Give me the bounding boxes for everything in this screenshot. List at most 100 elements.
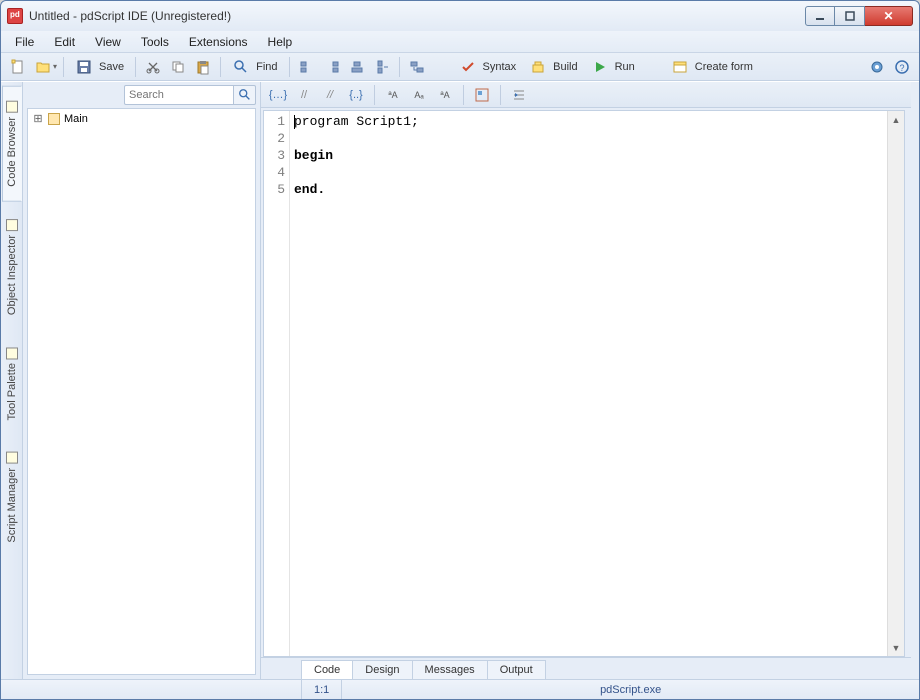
tab-output[interactable]: Output (487, 660, 546, 679)
build-label: Build (551, 61, 579, 73)
tab-messages[interactable]: Messages (412, 660, 488, 679)
side-tab-object-inspector[interactable]: Object Inspector (2, 204, 22, 330)
side-tab-code-browser[interactable]: Code Browser (2, 86, 22, 202)
code-browser-icon (6, 101, 18, 113)
copy-button[interactable] (167, 56, 189, 78)
side-tab-tool-palette[interactable]: Tool Palette (2, 332, 22, 435)
code-area[interactable]: program Script1; begin end. (290, 111, 887, 656)
open-dropdown-icon[interactable]: ▾ (53, 62, 57, 71)
run-group[interactable]: Run (586, 56, 640, 78)
line-number: 2 (264, 130, 289, 147)
menu-view[interactable]: View (85, 32, 131, 52)
menu-help[interactable]: Help (258, 32, 303, 52)
tab-code[interactable]: Code (301, 660, 353, 679)
line-gutter: 1 2 3 4 5 (264, 111, 290, 656)
code-tree[interactable]: ⊞ Main (27, 108, 256, 675)
code-line: end. (294, 181, 883, 198)
svg-text:?: ? (899, 63, 904, 73)
fold-all-icon[interactable]: {…} (267, 85, 289, 105)
align-right-button[interactable] (321, 56, 343, 78)
code-line (294, 130, 883, 147)
separator (220, 57, 221, 77)
tool-palette-icon (6, 347, 18, 359)
tree-root-label: Main (64, 113, 88, 125)
menu-extensions[interactable]: Extensions (179, 32, 258, 52)
syntax-icon (457, 56, 479, 78)
run-icon (589, 56, 611, 78)
close-button[interactable]: ✕ (865, 6, 913, 26)
search-row (23, 82, 260, 108)
new-button[interactable] (7, 56, 29, 78)
editor-column: {…} // // {..} ªA Aₐ ªA 1 2 3 4 5 (261, 82, 911, 679)
comment-icon[interactable]: // (293, 85, 315, 105)
align-left-button[interactable] (296, 56, 318, 78)
paste-button[interactable] (192, 56, 214, 78)
upper-case-icon[interactable]: ªA (382, 85, 404, 105)
align-center-button[interactable] (346, 56, 368, 78)
separator (399, 57, 400, 77)
cut-button[interactable] (142, 56, 164, 78)
menubar: File Edit View Tools Extensions Help (1, 31, 919, 53)
maximize-button[interactable] (835, 6, 865, 26)
object-inspector-icon (6, 219, 18, 231)
vertical-scrollbar[interactable]: ▲ ▼ (887, 111, 904, 656)
search-input[interactable] (124, 85, 234, 105)
side-tab-script-manager[interactable]: Script Manager (2, 437, 22, 558)
open-button[interactable] (32, 56, 54, 78)
syntax-group[interactable]: Syntax (454, 56, 522, 78)
find-icon (230, 56, 252, 78)
titlebar: Untitled - pdScript IDE (Unregistered!) … (1, 1, 919, 31)
title-case-icon[interactable]: ªA (434, 85, 456, 105)
cursor-position: 1:1 (301, 680, 342, 699)
build-group[interactable]: Build (524, 56, 582, 78)
scroll-down-icon[interactable]: ▼ (888, 639, 904, 656)
line-number: 5 (264, 181, 289, 198)
editor-bottom-tabs: Code Design Messages Output (261, 657, 911, 679)
side-tab-label: Tool Palette (6, 363, 18, 420)
tab-order-button[interactable] (406, 56, 428, 78)
uncomment-icon[interactable]: // (319, 85, 341, 105)
right-gap (911, 82, 919, 679)
code-editor[interactable]: 1 2 3 4 5 program Script1; begin end. ▲ … (263, 110, 905, 657)
line-number: 3 (264, 147, 289, 164)
separator (463, 85, 464, 105)
settings-button[interactable] (866, 56, 888, 78)
build-icon (527, 56, 549, 78)
code-text: program Script1; (294, 114, 419, 129)
side-tab-label: Code Browser (6, 117, 18, 187)
indent-icon[interactable] (508, 85, 530, 105)
find-group[interactable]: Find (227, 56, 282, 78)
separator (374, 85, 375, 105)
line-number: 4 (264, 164, 289, 181)
tree-root-row[interactable]: ⊞ Main (30, 111, 253, 126)
code-text: begin (294, 148, 333, 163)
lower-case-icon[interactable]: Aₐ (408, 85, 430, 105)
window-buttons: ✕ (805, 6, 913, 26)
run-label: Run (613, 61, 637, 73)
block-select-icon[interactable] (471, 85, 493, 105)
line-number: 1 (264, 113, 289, 130)
minimize-button[interactable] (805, 6, 835, 26)
tab-design[interactable]: Design (352, 660, 412, 679)
create-form-group[interactable]: Create form (666, 56, 758, 78)
code-line (294, 164, 883, 181)
window-title: Untitled - pdScript IDE (Unregistered!) (29, 9, 231, 23)
side-tab-label: Object Inspector (6, 235, 18, 315)
scroll-up-icon[interactable]: ▲ (888, 111, 904, 128)
main-toolbar: ▾ Save Find (1, 53, 919, 81)
menu-file[interactable]: File (5, 32, 44, 52)
code-line: begin (294, 147, 883, 164)
code-text: end. (294, 182, 325, 197)
separator (63, 57, 64, 77)
side-tab-label: Script Manager (6, 468, 18, 543)
unit-icon (48, 113, 60, 125)
expand-icon[interactable]: ⊞ (32, 112, 44, 125)
menu-tools[interactable]: Tools (131, 32, 179, 52)
help-button[interactable]: ? (891, 56, 913, 78)
menu-edit[interactable]: Edit (44, 32, 85, 52)
save-group[interactable]: Save (70, 56, 129, 78)
search-button[interactable] (234, 85, 256, 105)
unfold-icon[interactable]: {..} (345, 85, 367, 105)
save-label: Save (97, 61, 126, 73)
align-hcenter-button[interactable] (371, 56, 393, 78)
